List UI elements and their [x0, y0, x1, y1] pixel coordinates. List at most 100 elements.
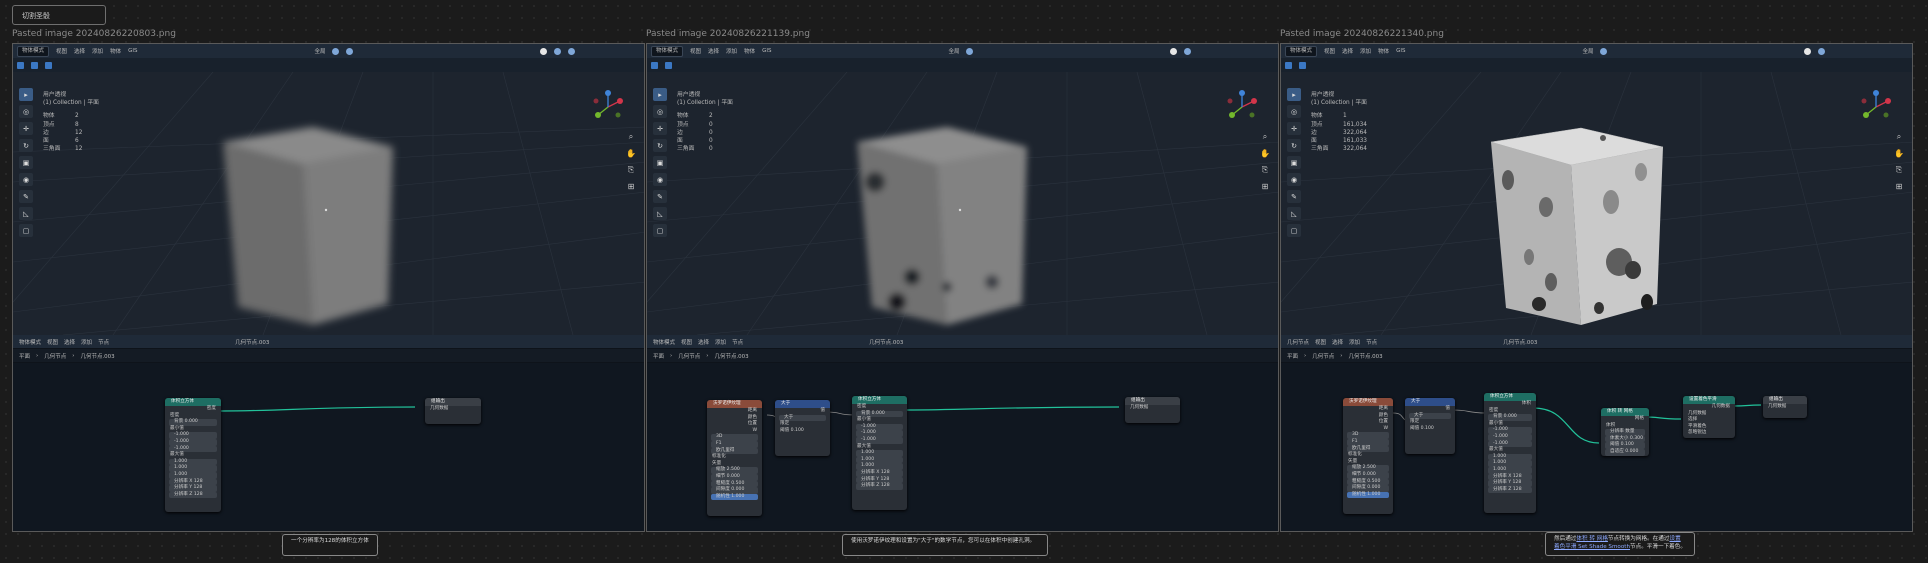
proportional-icon[interactable]	[346, 47, 354, 55]
node-volume-to-mesh[interactable]: 体积 转 网格 网格 体积 分辨率 数量 体素大小 0.300 阈值 0.100…	[1601, 408, 1649, 456]
annotate-tool-icon[interactable]: ✎	[653, 190, 667, 203]
node-group-output[interactable]: 组输出 几何数据	[425, 398, 481, 424]
ne-menu-view[interactable]: 视图	[47, 338, 58, 346]
node-tree-select[interactable]: 几何节点.003	[869, 338, 903, 346]
menu-object[interactable]: 物体	[110, 47, 121, 55]
select-tool-icon[interactable]: ▸	[1287, 88, 1301, 101]
grid-icon[interactable]: ⊞	[628, 182, 635, 191]
scale-tool-icon[interactable]: ▣	[19, 156, 33, 169]
camera-icon[interactable]: ⎘	[1896, 165, 1902, 175]
ne-menu-node[interactable]: 节点	[732, 338, 743, 346]
ne-menu-node[interactable]: 节点	[1366, 338, 1377, 346]
node-editor-canvas[interactable]: 沃罗诺伊纹理 距离 颜色 位置 W 3D F1 欧几里得 标准化 矢量 缩放 2…	[1281, 363, 1912, 531]
ne-menu-view[interactable]: 视图	[1315, 338, 1326, 346]
menu-view[interactable]: 视图	[690, 47, 701, 55]
cursor-tool-icon[interactable]: ◎	[1287, 105, 1301, 118]
node-volume-cube[interactable]: 体积立方体 体积 密度 背景 0.000 最小值 -1.000 -1.000 -…	[1484, 393, 1536, 513]
node-volume-cube[interactable]: 体积立方体 密度 密度 背景 0.000 最小值 -1.000 -1.000 -…	[165, 398, 221, 512]
transform-tool-icon[interactable]: ◉	[19, 173, 33, 186]
pan-hand-icon[interactable]: ✋	[626, 149, 636, 158]
select-extend-icon[interactable]	[45, 61, 52, 69]
menu-view[interactable]: 视图	[56, 47, 67, 55]
editor-mode-select[interactable]: 物体模式	[653, 338, 675, 346]
menu-gis[interactable]: GIS	[1396, 48, 1405, 54]
scale-tool-icon[interactable]: ▣	[653, 156, 667, 169]
snap-icon[interactable]	[1600, 47, 1608, 55]
zoom-icon[interactable]: ⌕	[629, 132, 633, 142]
add-cube-tool-icon[interactable]: ▢	[653, 224, 667, 237]
node-group-output[interactable]: 组输出 几何数据	[1763, 396, 1807, 418]
scale-tool-icon[interactable]: ▣	[1287, 156, 1301, 169]
3d-viewport[interactable]	[13, 72, 644, 335]
ne-menu-select[interactable]: 选择	[698, 338, 709, 346]
pan-hand-icon[interactable]: ✋	[1260, 149, 1270, 158]
navigation-gizmo[interactable]	[1858, 89, 1894, 125]
menu-object[interactable]: 物体	[744, 47, 755, 55]
transform-tool-icon[interactable]: ◉	[653, 173, 667, 186]
transform-select[interactable]: 全局	[1582, 47, 1593, 55]
menu-gis[interactable]: GIS	[762, 48, 771, 54]
ne-menu-node[interactable]: 节点	[98, 338, 109, 346]
shading-render-icon[interactable]	[568, 47, 576, 55]
node-editor-canvas[interactable]: 体积立方体 密度 密度 背景 0.000 最小值 -1.000 -1.000 -…	[13, 363, 644, 531]
ne-menu-add[interactable]: 添加	[1349, 338, 1360, 346]
transform-tool-icon[interactable]: ◉	[1287, 173, 1301, 186]
node-volume-cube[interactable]: 体积立方体 密度 背景 0.000 最小值 -1.000 -1.000 -1.0…	[852, 396, 907, 510]
rotate-tool-icon[interactable]: ↻	[653, 139, 667, 152]
rotate-tool-icon[interactable]: ↻	[19, 139, 33, 152]
node-math-greater-than[interactable]: 大于 值 大于 限定 阈值 0.100	[775, 400, 830, 456]
measure-tool-icon[interactable]: ◺	[1287, 207, 1301, 220]
transform-select[interactable]: 全局	[314, 47, 325, 55]
shading-material-icon[interactable]	[1184, 47, 1192, 55]
menu-select[interactable]: 选择	[708, 47, 719, 55]
zoom-icon[interactable]: ⌕	[1263, 132, 1267, 142]
ne-menu-add[interactable]: 添加	[81, 338, 92, 346]
3d-viewport[interactable]	[1281, 72, 1912, 335]
menu-select[interactable]: 选择	[74, 47, 85, 55]
select-box-icon[interactable]	[1285, 61, 1292, 69]
select-box-icon[interactable]	[651, 61, 658, 69]
node-editor-canvas[interactable]: 沃罗诺伊纹理 距离 颜色 位置 W 3D F1 欧几里得 标准化 矢量 缩放 2…	[647, 363, 1278, 531]
menu-object[interactable]: 物体	[1378, 47, 1389, 55]
annotate-tool-icon[interactable]: ✎	[19, 190, 33, 203]
ne-menu-select[interactable]: 选择	[64, 338, 75, 346]
select-mode-icon[interactable]	[31, 61, 38, 69]
rotate-tool-icon[interactable]: ↻	[1287, 139, 1301, 152]
editor-mode-select[interactable]: 物体模式	[19, 338, 41, 346]
ne-menu-select[interactable]: 选择	[1332, 338, 1343, 346]
ne-menu-add[interactable]: 添加	[715, 338, 726, 346]
shading-solid-icon[interactable]	[1804, 47, 1812, 55]
shading-solid-icon[interactable]	[540, 47, 548, 55]
menu-add[interactable]: 添加	[1360, 47, 1371, 55]
mode-select[interactable]: 物体模式	[651, 45, 684, 57]
menu-add[interactable]: 添加	[92, 47, 103, 55]
add-cube-tool-icon[interactable]: ▢	[1287, 224, 1301, 237]
camera-icon[interactable]: ⎘	[628, 165, 634, 175]
select-box-icon[interactable]	[17, 61, 24, 69]
grid-icon[interactable]: ⊞	[1262, 182, 1269, 191]
menu-add[interactable]: 添加	[726, 47, 737, 55]
ne-menu-view[interactable]: 视图	[681, 338, 692, 346]
move-tool-icon[interactable]: ✛	[19, 122, 33, 135]
snap-icon[interactable]	[966, 47, 974, 55]
select-tool-icon[interactable]: ▸	[19, 88, 33, 101]
add-cube-tool-icon[interactable]: ▢	[19, 224, 33, 237]
move-tool-icon[interactable]: ✛	[653, 122, 667, 135]
cursor-tool-icon[interactable]: ◎	[19, 105, 33, 118]
menu-view[interactable]: 视图	[1324, 47, 1335, 55]
camera-icon[interactable]: ⎘	[1262, 165, 1268, 175]
node-group-output[interactable]: 组输出 几何数据	[1125, 397, 1180, 423]
navigation-gizmo[interactable]	[1224, 89, 1260, 125]
node-tree-select[interactable]: 几何节点.003	[235, 338, 269, 346]
snap-icon[interactable]	[332, 47, 340, 55]
3d-viewport[interactable]	[647, 72, 1278, 335]
node-voronoi-texture[interactable]: 沃罗诺伊纹理 距离 颜色 位置 W 3D F1 欧几里得 标准化 矢量 缩放 2…	[707, 400, 762, 516]
grid-icon[interactable]: ⊞	[1896, 182, 1903, 191]
select-mode-icon[interactable]	[1299, 61, 1306, 69]
node-math-greater-than[interactable]: 大于 值 大于 限定 阈值 0.100	[1405, 398, 1455, 454]
volume-to-mesh-link[interactable]: 体积 转 网格	[1576, 536, 1608, 542]
menu-select[interactable]: 选择	[1342, 47, 1353, 55]
select-mode-icon[interactable]	[665, 61, 672, 69]
cursor-tool-icon[interactable]: ◎	[653, 105, 667, 118]
shading-material-icon[interactable]	[554, 47, 562, 55]
